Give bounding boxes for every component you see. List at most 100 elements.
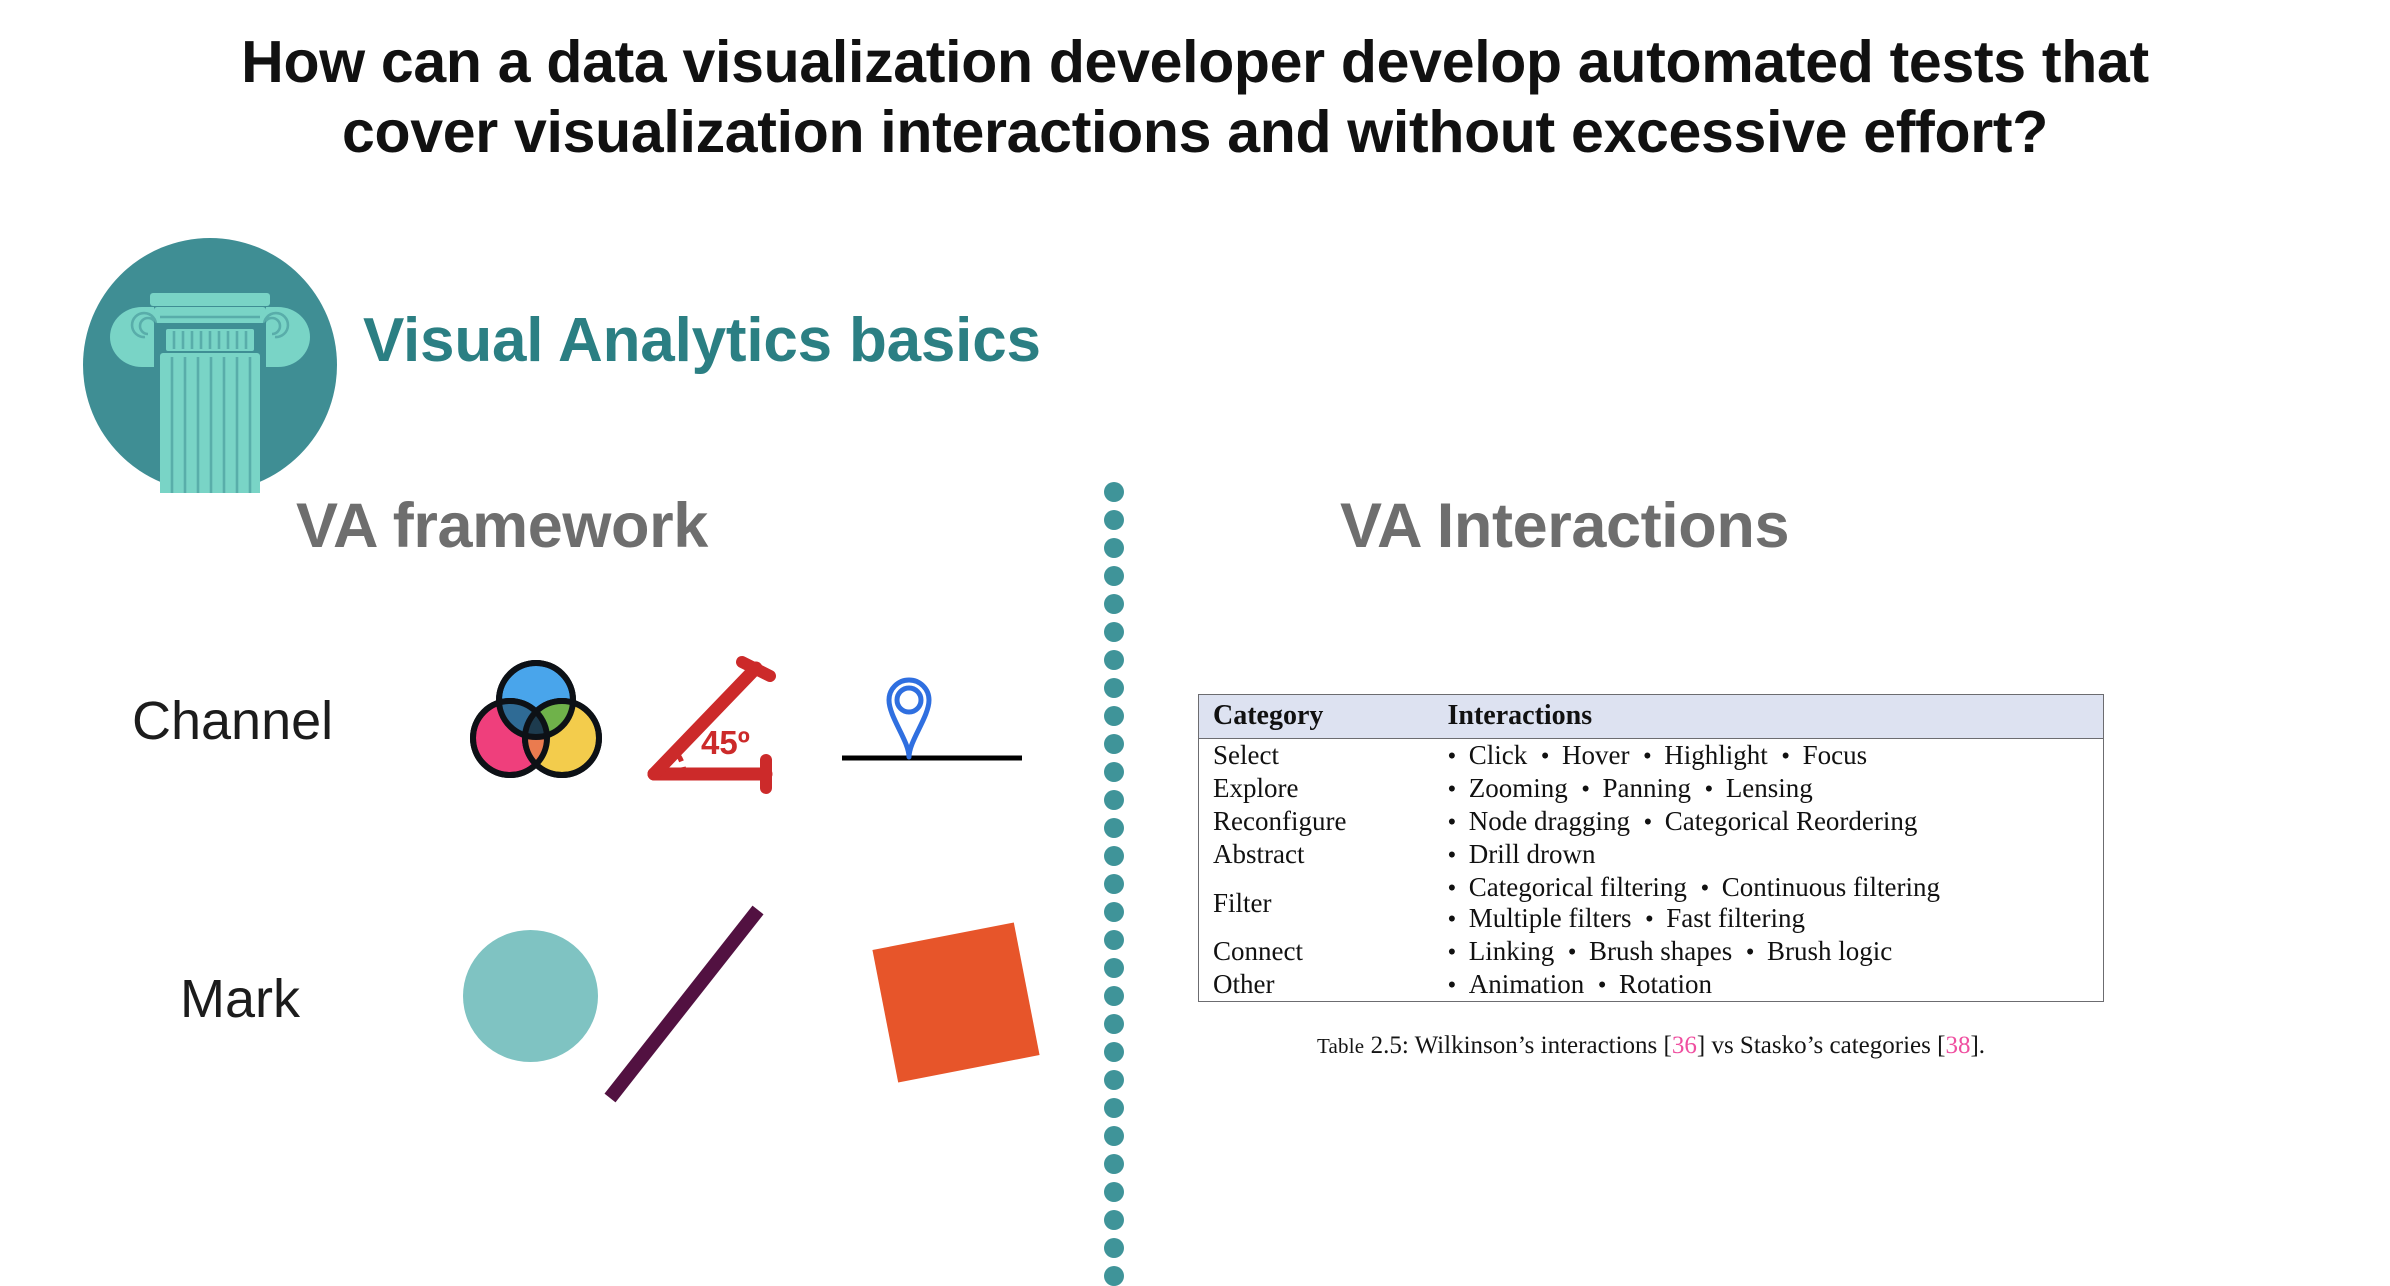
table-row: Other • Animation • Rotation xyxy=(1199,968,2104,1002)
bullet-icon: • xyxy=(1447,875,1469,902)
table-row: Abstract • Drill drown xyxy=(1199,838,2104,871)
interaction-item: Fast filtering xyxy=(1666,903,1805,933)
table-cell-category: Explore xyxy=(1213,773,1299,803)
table-body: Select • Click • Hover • Highlight • Focu… xyxy=(1199,739,2104,1002)
interaction-line: • Click • Hover • Highlight • Focus xyxy=(1448,740,2104,771)
interaction-line: • Node dragging • Categorical Reordering xyxy=(1448,806,2104,837)
page-title-line-1: How can a data visualization developer d… xyxy=(241,29,2149,95)
venn-diagram-icon xyxy=(468,660,604,784)
table-cell-interactions: • Zooming • Panning • Lensing xyxy=(1434,772,2104,805)
divider-dot xyxy=(1104,790,1124,810)
bullet-icon: • xyxy=(1447,939,1469,966)
divider-dot xyxy=(1104,846,1124,866)
table-cell-interactions: • Node dragging • Categorical Reordering xyxy=(1434,805,2104,838)
table-caption-number: 2.5: xyxy=(1370,1032,1409,1059)
table-cell-category: Filter xyxy=(1213,887,1272,918)
table-row: Reconfigure • Node dragging • Categorical… xyxy=(1199,805,2104,838)
interaction-item: Click xyxy=(1468,740,1541,770)
bullet-icon: • xyxy=(1745,939,1768,966)
divider-dot xyxy=(1104,986,1124,1006)
interaction-item: Hover xyxy=(1562,740,1644,770)
table-caption-citation-1: [36] xyxy=(1663,1032,1706,1059)
divider-dot xyxy=(1104,1098,1124,1118)
bullet-icon: • xyxy=(1540,743,1563,770)
divider-dot xyxy=(1104,874,1124,894)
bullet-icon: • xyxy=(1781,743,1803,770)
table-cell-interactions: • Categorical filtering • Continuous fil… xyxy=(1434,871,2104,935)
divider-dot xyxy=(1104,622,1124,642)
interaction-item: Categorical Reordering xyxy=(1664,806,1918,836)
bullet-icon: • xyxy=(1447,743,1469,770)
table-row: Select • Click • Hover • Highlight • Focu… xyxy=(1199,739,2104,773)
divider-dot xyxy=(1104,678,1124,698)
interaction-line: • Linking • Brush shapes • Brush logic xyxy=(1448,936,2104,967)
table-caption-label: Table xyxy=(1316,1034,1365,1058)
line-mark-shape xyxy=(600,900,800,1110)
interaction-item: Focus xyxy=(1802,740,1868,770)
interaction-item: Linking xyxy=(1468,936,1568,966)
svg-text:45º: 45º xyxy=(701,724,750,761)
bullet-icon: • xyxy=(1597,972,1620,999)
interaction-line: • Multiple filters • Fast filtering xyxy=(1448,903,2104,934)
interaction-item: Panning xyxy=(1602,773,1705,803)
map-pin-position-icon xyxy=(832,660,1032,784)
pillar-icon xyxy=(82,237,338,499)
interaction-item: Brush logic xyxy=(1767,936,1893,966)
divider-dot xyxy=(1104,1070,1124,1090)
divider-dot xyxy=(1104,1238,1124,1258)
table-cell-interactions: • Click • Hover • Highlight • Focus xyxy=(1434,739,2104,773)
interactions-table: Category Interactions Select • Click • Ho… xyxy=(1198,694,2104,1002)
table-cell-interactions: • Linking • Brush shapes • Brush logic xyxy=(1434,935,2104,968)
interaction-item: Brush shapes xyxy=(1589,936,1746,966)
divider-dot xyxy=(1104,930,1124,950)
page-title: How can a data visualization developer d… xyxy=(110,28,2280,167)
interaction-item: Node dragging xyxy=(1468,806,1644,836)
table-header-interactions: Interactions xyxy=(1433,694,2104,739)
table-caption: Table 2.5: Wilkinson’s interactions [36]… xyxy=(1198,1032,2104,1060)
interaction-item: Rotation xyxy=(1619,969,1713,999)
divider-dot xyxy=(1104,482,1124,502)
interaction-item: Zooming xyxy=(1468,773,1582,803)
table-caption-text-middle: vs Stasko’s categories xyxy=(1711,1032,1931,1059)
table-row: Explore • Zooming • Panning • Lensing xyxy=(1199,772,2104,805)
divider-dot xyxy=(1104,734,1124,754)
table-caption-citation-2: [38]. xyxy=(1937,1032,1986,1059)
divider-dot xyxy=(1104,1126,1124,1146)
va-framework-heading: VA framework xyxy=(296,491,708,561)
table-caption-text-before: Wilkinson’s interactions xyxy=(1414,1032,1658,1059)
interaction-line: • Zooming • Panning • Lensing xyxy=(1448,773,2104,804)
bullet-icon: • xyxy=(1447,906,1469,933)
circle-mark-shape xyxy=(463,930,598,1062)
bullet-icon: • xyxy=(1447,972,1469,999)
bullet-icon: • xyxy=(1447,842,1469,869)
interaction-item: Continuous filtering xyxy=(1721,872,1940,902)
page-title-line-2: cover visualization interactions and wit… xyxy=(342,98,2048,165)
divider-dot xyxy=(1104,510,1124,530)
angle-45-degrees-icon: 45º xyxy=(638,650,788,796)
bullet-icon: • xyxy=(1447,809,1469,836)
divider-dot xyxy=(1104,1014,1124,1034)
table-cell-category: Abstract xyxy=(1213,839,1305,869)
table-row: Connect • Linking • Brush shapes • Brush … xyxy=(1199,935,2104,968)
bullet-icon: • xyxy=(1643,809,1665,836)
divider-dot xyxy=(1104,902,1124,922)
table-cell-category: Connect xyxy=(1213,936,1303,966)
divider-dot xyxy=(1104,1154,1124,1174)
bullet-icon: • xyxy=(1704,776,1726,803)
interaction-item: Categorical filtering xyxy=(1468,872,1701,902)
divider-dot xyxy=(1104,566,1124,586)
square-mark-shape xyxy=(872,922,1040,1083)
table-cell-category: Other xyxy=(1213,969,1275,999)
table-cell-interactions: • Animation • Rotation xyxy=(1434,968,2104,1002)
divider-dot xyxy=(1104,1182,1124,1202)
table-header-category: Category xyxy=(1198,694,1434,739)
table-row: Filter • Categorical filtering • Continuo… xyxy=(1199,871,2104,935)
bullet-icon: • xyxy=(1447,776,1469,803)
interaction-line: • Animation • Rotation xyxy=(1448,969,2104,1000)
interaction-item: Highlight xyxy=(1664,740,1782,770)
table-cell-category: Select xyxy=(1213,740,1279,770)
section-heading: Visual Analytics basics xyxy=(363,306,1041,375)
table-header-row: Category Interactions xyxy=(1198,694,2104,739)
divider-dot xyxy=(1104,1210,1124,1230)
divider-dot xyxy=(1104,1266,1124,1286)
